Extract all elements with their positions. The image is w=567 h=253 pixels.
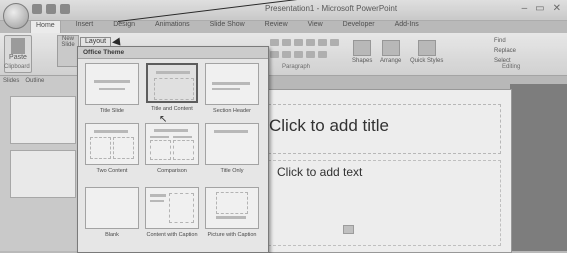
quick-styles-button[interactable]: Quick Styles bbox=[410, 40, 443, 64]
tab-home[interactable]: Home bbox=[30, 20, 61, 33]
tab-slides[interactable]: Slides bbox=[3, 78, 19, 84]
layout-thumbnail bbox=[205, 123, 259, 165]
mouse-cursor-icon: ↖ bbox=[159, 114, 168, 125]
new-slide-button[interactable]: New Slide bbox=[57, 35, 79, 67]
layout-content-with-caption[interactable]: Content with Caption bbox=[144, 187, 200, 238]
paragraph-align-controls[interactable] bbox=[270, 51, 327, 58]
window-title: Presentation1 - Microsoft PowerPoint bbox=[265, 4, 398, 13]
replace-button[interactable]: Replace bbox=[494, 46, 516, 56]
layout-thumbnail bbox=[85, 63, 139, 105]
shapes-icon bbox=[353, 40, 372, 56]
tab-insert[interactable]: Insert bbox=[71, 20, 99, 33]
title-bar: Presentation1 - Microsoft PowerPoint – ▭… bbox=[0, 0, 567, 21]
layout-thumbnail bbox=[146, 63, 198, 103]
layout-name: Section Header bbox=[213, 108, 251, 114]
maximize-button[interactable]: ▭ bbox=[535, 3, 544, 14]
slide-canvas[interactable]: Click to add title Click to add text bbox=[242, 89, 512, 253]
tab-animations[interactable]: Animations bbox=[150, 20, 195, 33]
layout-name: Picture with Caption bbox=[207, 232, 257, 238]
window-controls: – ▭ ✕ bbox=[522, 3, 561, 14]
layout-thumbnail bbox=[205, 187, 259, 229]
tab-review[interactable]: Review bbox=[260, 20, 293, 33]
shapes-button[interactable]: Shapes bbox=[352, 40, 372, 64]
body-placeholder[interactable]: Click to add text bbox=[253, 160, 501, 246]
shapes-label: Shapes bbox=[352, 58, 373, 64]
layout-title-only[interactable]: Title Only bbox=[204, 123, 260, 174]
find-button[interactable]: Find bbox=[494, 36, 516, 46]
layout-thumbnail bbox=[85, 123, 139, 165]
paste-label: Paste bbox=[9, 54, 27, 61]
save-icon[interactable] bbox=[32, 4, 42, 14]
tab-view[interactable]: View bbox=[303, 20, 328, 33]
layout-name: Title Only bbox=[220, 168, 244, 174]
pane-tabs: Slides Outline bbox=[3, 78, 44, 84]
layout-thumbnail bbox=[85, 187, 139, 229]
layout-name: Comparison bbox=[157, 168, 187, 174]
layout-name: Two Content bbox=[96, 168, 128, 174]
quick-styles-icon bbox=[417, 40, 436, 56]
office-button[interactable] bbox=[3, 3, 29, 29]
tab-add-ins[interactable]: Add-Ins bbox=[390, 20, 424, 33]
undo-icon[interactable] bbox=[46, 4, 56, 14]
arrange-button[interactable]: Arrange bbox=[380, 40, 401, 64]
paragraph-controls[interactable] bbox=[270, 39, 339, 46]
layout-thumbnail bbox=[205, 63, 259, 105]
layout-name: Title and Content bbox=[151, 106, 193, 112]
arrange-icon bbox=[381, 40, 400, 56]
slide-thumbnail[interactable] bbox=[10, 96, 76, 144]
tab-design[interactable]: Design bbox=[108, 20, 140, 33]
quick-access-toolbar bbox=[32, 4, 70, 14]
slides-pane: Slides Outline bbox=[0, 76, 78, 251]
editor-background bbox=[510, 84, 567, 251]
ribbon-tabs: Home Insert Design Animations Slide Show… bbox=[30, 20, 424, 33]
editing-group: Find Replace Select bbox=[494, 36, 516, 66]
layout-section-header[interactable]: Section Header bbox=[204, 63, 260, 114]
body-placeholder-text: Click to add text bbox=[277, 165, 363, 179]
minimize-button[interactable]: – bbox=[522, 3, 528, 14]
gallery-header: Office Theme bbox=[78, 47, 268, 59]
layout-picture-with-caption[interactable]: Picture with Caption bbox=[204, 187, 260, 238]
editing-group-label: Editing bbox=[502, 64, 521, 70]
layout-comparison[interactable]: Comparison bbox=[144, 123, 200, 174]
clipboard-group-label: Clipboard bbox=[4, 64, 30, 70]
tab-outline[interactable]: Outline bbox=[25, 78, 44, 84]
layout-title-and-content[interactable]: Title and Content bbox=[144, 63, 200, 112]
layout-blank[interactable]: Blank bbox=[84, 187, 140, 238]
tab-slide-show[interactable]: Slide Show bbox=[205, 20, 250, 33]
title-placeholder-text: Click to add title bbox=[269, 116, 389, 135]
layout-name: Blank bbox=[105, 232, 119, 238]
quick-styles-label: Quick Styles bbox=[410, 58, 444, 64]
slide-thumbnail[interactable] bbox=[10, 150, 76, 198]
callout-arrow-head-icon bbox=[111, 37, 121, 47]
close-button[interactable]: ✕ bbox=[553, 3, 561, 14]
layout-thumbnail bbox=[145, 187, 199, 229]
layout-title-slide[interactable]: Title Slide bbox=[84, 63, 140, 114]
title-placeholder[interactable]: Click to add title bbox=[253, 104, 501, 154]
media-icon[interactable] bbox=[343, 225, 354, 234]
layout-name: Content with Caption bbox=[146, 232, 198, 238]
layout-name: Title Slide bbox=[100, 108, 124, 114]
paragraph-group-label: Paragraph bbox=[282, 64, 311, 70]
arrange-label: Arrange bbox=[380, 58, 402, 64]
layout-thumbnail bbox=[145, 123, 199, 165]
layout-two-content[interactable]: Two Content bbox=[84, 123, 140, 174]
clipboard-icon bbox=[11, 38, 25, 54]
tab-developer[interactable]: Developer bbox=[338, 20, 380, 33]
layout-gallery: Office Theme Title Slide Title and Conte… bbox=[77, 46, 269, 253]
redo-icon[interactable] bbox=[60, 4, 70, 14]
